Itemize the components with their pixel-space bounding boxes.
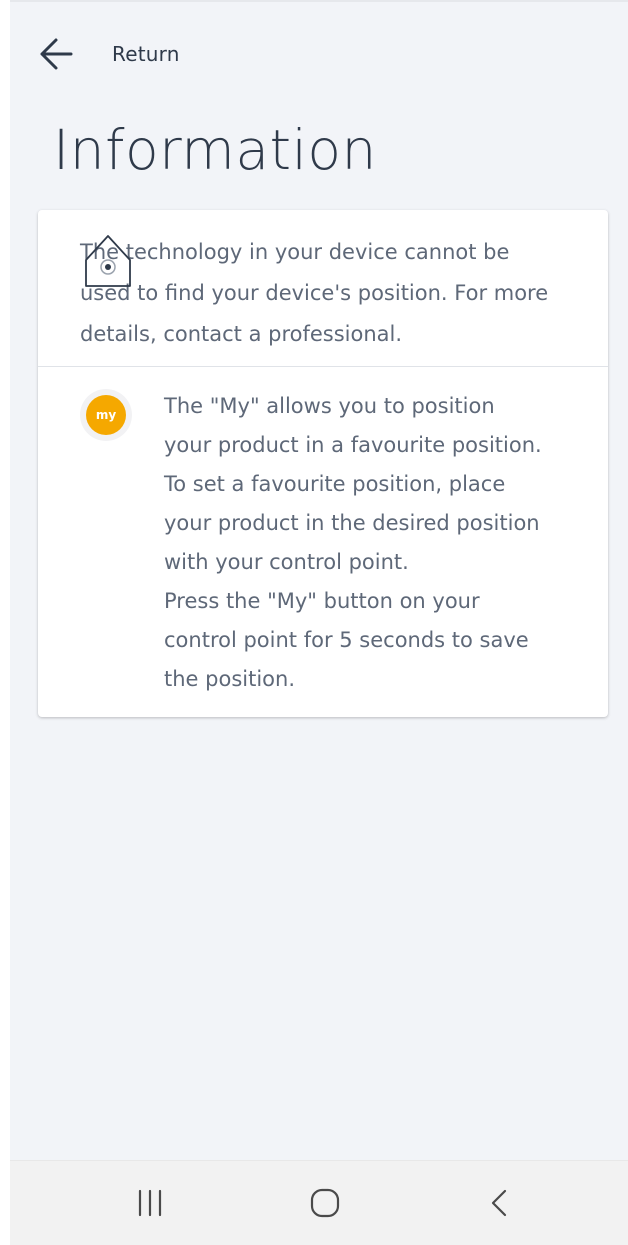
info-line: your product in the desired position [164,511,540,535]
warning-text: The technology in your device cannot be … [80,240,549,346]
recent-apps-icon [135,1188,165,1222]
info-card: The technology in your device cannot be … [38,210,608,717]
info-line: Press the "My" button on your [164,589,480,613]
my-button-section: my The "My" allows you to position your … [38,367,608,717]
back-button[interactable] [470,1175,530,1235]
app-screen: Return Information The technology in you… [10,0,628,1245]
info-line: the position. [164,667,295,691]
info-line: control point for 5 seconds to save [164,628,529,652]
home-button[interactable] [295,1175,355,1235]
header: Return [10,2,628,102]
system-nav-bar [10,1160,628,1245]
return-label: Return [112,42,180,66]
my-info-text: The "My" allows you to position your pro… [164,387,584,699]
back-icon [485,1188,515,1222]
info-line: The "My" allows you to position [164,394,495,418]
my-icon-label: my [86,395,126,435]
info-line: with your control point. [164,550,409,574]
home-icon [310,1188,340,1222]
recent-apps-button[interactable] [120,1175,180,1235]
return-button[interactable]: Return [38,32,180,76]
my-button-icon: my [80,389,132,441]
info-line: your product in a favourite position. [164,433,542,457]
page-title: Information [53,118,377,182]
arrow-left-icon [38,36,74,72]
house-location-icon [84,232,132,294]
warning-section: The technology in your device cannot be … [38,210,608,367]
info-line: To set a favourite position, place [164,472,506,496]
